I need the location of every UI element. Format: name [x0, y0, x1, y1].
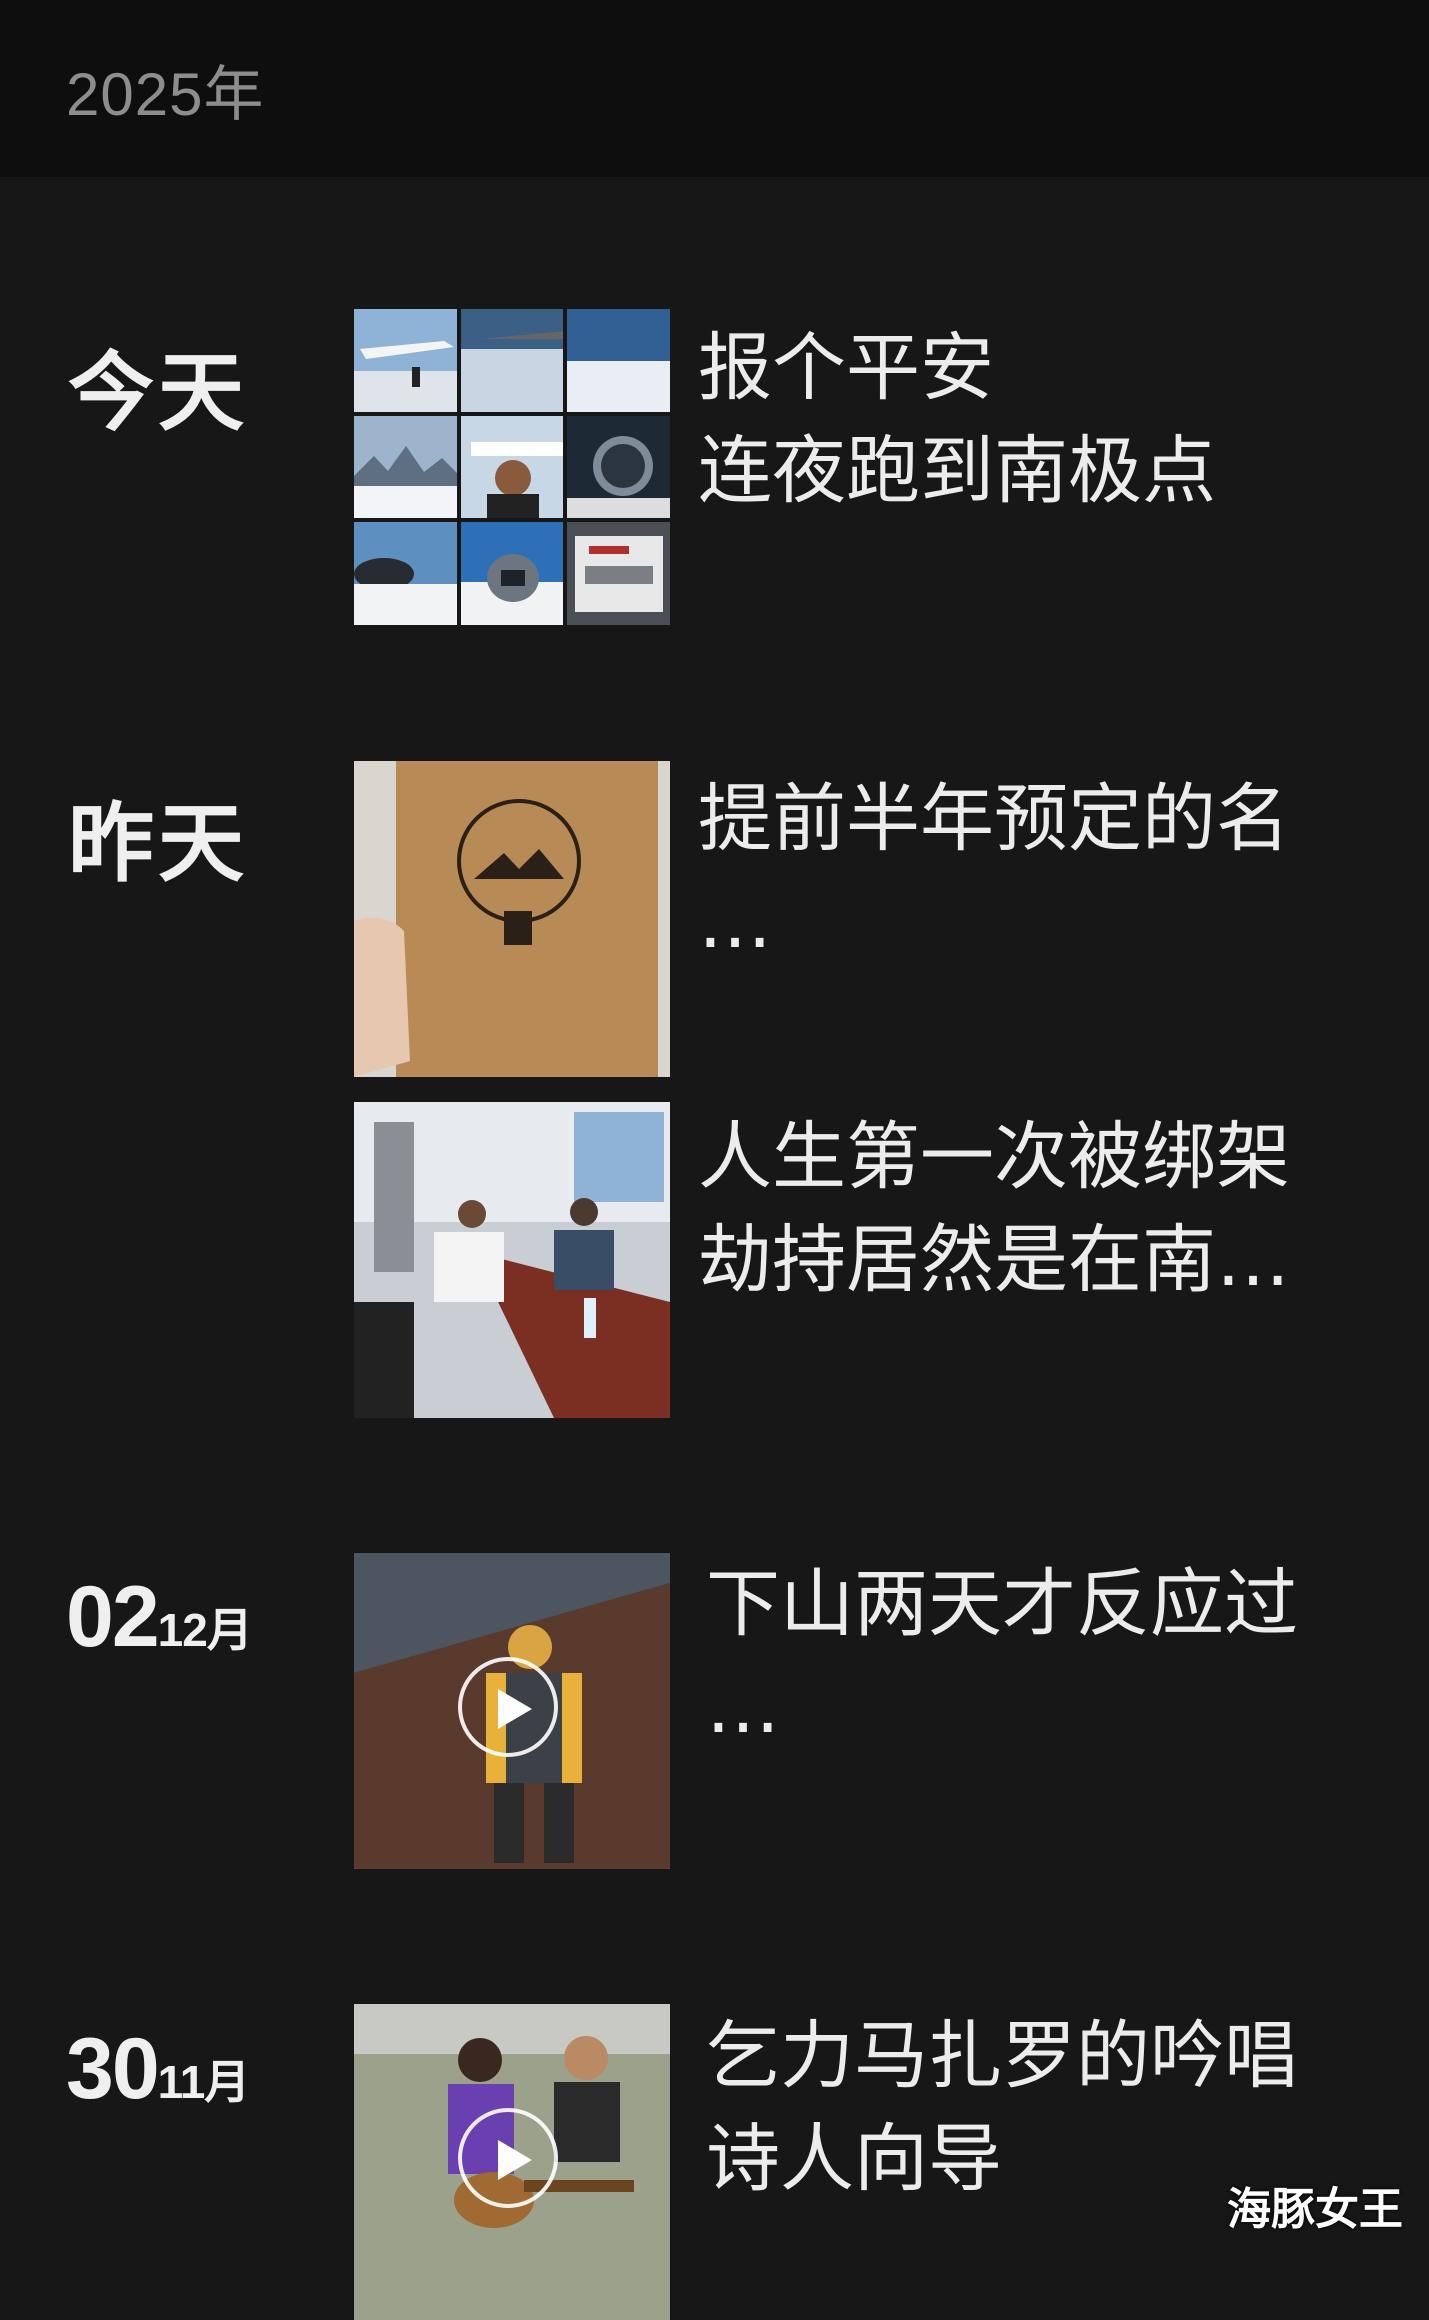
date-label: 0212月	[66, 1568, 253, 1667]
post-title-line: 报个平安	[698, 325, 994, 411]
date-month: 12月	[157, 1604, 253, 1656]
post-thumbnail-video-hiker[interactable]	[354, 1553, 670, 1869]
post-title-line: 劫持居然是在南…	[698, 1217, 1290, 1303]
post-title[interactable]: 提前半年预定的名 …	[698, 768, 1290, 974]
watermark: 海豚女王	[1227, 2184, 1403, 2235]
post-thumbnail-video-guitar[interactable]	[354, 2004, 670, 2320]
grid-photo-clouds	[460, 309, 564, 412]
post-title-line: 乞力马扎罗的吟唱	[706, 2013, 1298, 2099]
grid-photo-dome	[567, 415, 670, 519]
play-icon	[458, 1657, 558, 1757]
post-thumbnail-envelope[interactable]	[354, 761, 670, 1077]
post-title-line: …	[698, 879, 772, 965]
grid-photo-ice	[567, 309, 670, 412]
date-label-yesterday: 昨天	[68, 794, 248, 894]
post-thumbnail-meeting-room[interactable]	[354, 1102, 670, 1418]
post-title-line: 提前半年预定的名	[698, 776, 1290, 862]
date-day: 30	[66, 2021, 160, 2117]
date-day: 02	[66, 1569, 160, 1665]
grid-photo-echo-sign	[567, 522, 670, 625]
post-title[interactable]: 人生第一次被绑架 劫持居然是在南…	[698, 1106, 1290, 1312]
post-title[interactable]: 报个平安 连夜跑到南极点	[698, 317, 1216, 523]
post-title-line: 下山两天才反应过	[706, 1561, 1298, 1647]
post-title[interactable]: 乞力马扎罗的吟唱 诗人向导	[706, 2005, 1298, 2211]
year-label: 2025年	[66, 61, 265, 128]
grid-photo-capsule	[460, 522, 564, 625]
grid-photo-pod	[354, 522, 457, 625]
post-title-line: 连夜跑到南极点	[698, 428, 1216, 514]
date-month: 11月	[157, 2056, 251, 2108]
grid-photo-selfie	[460, 415, 564, 519]
post-thumbnail-grid[interactable]	[354, 309, 670, 625]
grid-photo-mountains	[354, 415, 457, 519]
date-label: 3011月	[66, 2020, 251, 2119]
post-title-line: 人生第一次被绑架	[698, 1114, 1290, 1200]
date-label-today: 今天	[68, 343, 248, 443]
grid-photo-plane	[354, 309, 457, 412]
top-header: 2025年	[0, 0, 1429, 177]
post-title[interactable]: 下山两天才反应过 …	[706, 1553, 1298, 1759]
play-icon	[458, 2108, 558, 2208]
post-title-line: 诗人向导	[706, 2116, 1002, 2202]
post-title-line: …	[706, 1664, 780, 1750]
